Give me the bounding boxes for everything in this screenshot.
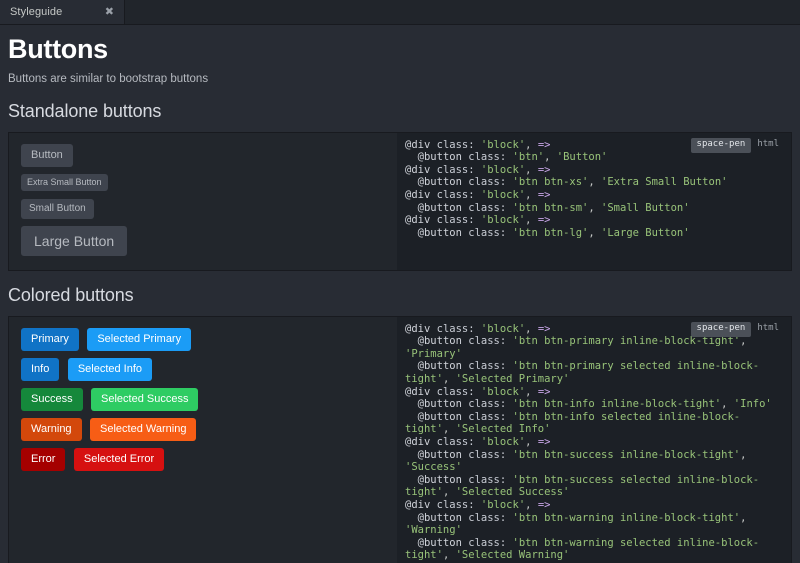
close-icon[interactable]: ✖ (103, 7, 116, 18)
button-info-selected[interactable]: Selected Info (68, 358, 152, 381)
section-title-standalone: Standalone buttons (8, 101, 792, 122)
button-block: Small Button (21, 199, 397, 219)
preview-standalone-buttons: Button Extra Small Button Small Button L… (9, 133, 397, 270)
code-panel-standalone: space-pen html @div class: 'block', => @… (397, 133, 791, 270)
button-extra-small[interactable]: Extra Small Button (21, 174, 108, 191)
code-block-standalone: @div class: 'block', => @button class: '… (405, 139, 783, 240)
button-success[interactable]: Success (21, 388, 83, 411)
button-error[interactable]: Error (21, 448, 65, 471)
example-standalone-buttons: Button Extra Small Button Small Button L… (8, 132, 792, 271)
code-block-colored: @div class: 'block', => @button class: '… (405, 323, 783, 563)
code-tab-space-pen[interactable]: space-pen (691, 138, 752, 153)
button-warning[interactable]: Warning (21, 418, 82, 441)
button-block: Large Button (21, 226, 397, 256)
button-block: Primary Selected Primary (21, 328, 397, 351)
button-block: Button (21, 144, 397, 167)
styleguide-page: Buttons Buttons are similar to bootstrap… (0, 25, 800, 563)
code-tab-html[interactable]: html (751, 322, 785, 337)
section-colored-buttons: Colored buttons Primary Selected Primary… (8, 285, 792, 563)
code-language-tabs: space-pen html (691, 138, 785, 153)
preview-colored-buttons: Primary Selected Primary Info Selected I… (9, 317, 397, 563)
button-primary-selected[interactable]: Selected Primary (87, 328, 191, 351)
button-block: Info Selected Info (21, 358, 397, 381)
tab-title: Styleguide (10, 6, 103, 18)
button-default[interactable]: Button (21, 144, 73, 167)
button-block: Warning Selected Warning (21, 418, 397, 441)
button-success-selected[interactable]: Selected Success (91, 388, 198, 411)
page-subtitle: Buttons are similar to bootstrap buttons (8, 73, 792, 85)
code-panel-colored: space-pen html @div class: 'block', => @… (397, 317, 791, 563)
example-colored-buttons: Primary Selected Primary Info Selected I… (8, 316, 792, 563)
tab-styleguide[interactable]: Styleguide ✖ (0, 0, 125, 24)
button-primary[interactable]: Primary (21, 328, 79, 351)
button-small[interactable]: Small Button (21, 199, 94, 219)
button-block: Extra Small Button (21, 174, 397, 192)
tab-bar-empty-area (125, 0, 800, 24)
page-title: Buttons (8, 35, 792, 65)
section-title-colored: Colored buttons (8, 285, 792, 306)
code-tab-space-pen[interactable]: space-pen (691, 322, 752, 337)
button-warning-selected[interactable]: Selected Warning (90, 418, 196, 441)
button-large[interactable]: Large Button (21, 226, 127, 256)
section-standalone-buttons: Standalone buttons Button Extra Small Bu… (8, 101, 792, 271)
code-tab-html[interactable]: html (751, 138, 785, 153)
button-error-selected[interactable]: Selected Error (74, 448, 164, 471)
button-block: Error Selected Error (21, 448, 397, 471)
button-info[interactable]: Info (21, 358, 59, 381)
button-block: Success Selected Success (21, 388, 397, 411)
tab-bar: Styleguide ✖ (0, 0, 800, 25)
code-language-tabs: space-pen html (691, 322, 785, 337)
